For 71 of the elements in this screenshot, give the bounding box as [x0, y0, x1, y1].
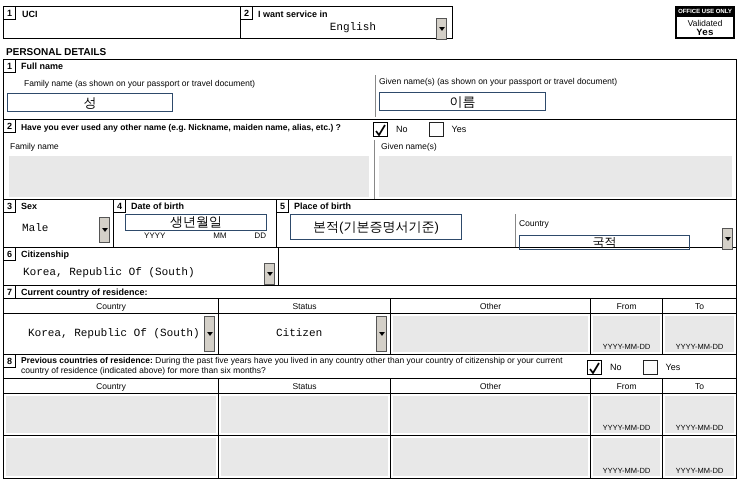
field-label: Given name(s) (as shown on your passport or travel document) — [379, 75, 618, 88]
text-field[interactable]: 이름 — [379, 92, 546, 111]
field-label: Current country of residence: — [21, 286, 148, 298]
option-label: No — [396, 122, 408, 136]
section-number: 3 — [4, 200, 16, 213]
question-text: Previous countries of residence: During the past five years have you lived in any country other than your country of citizenship or your current country of residence (indicated above) for more than six months? — [21, 355, 564, 375]
column-header: To — [694, 300, 705, 313]
field-label: Country — [519, 218, 550, 228]
dropdown-value: Korea, Republic Of (South) — [23, 266, 195, 282]
section-number: 2 — [241, 7, 254, 20]
dropdown-value: Citizen — [276, 326, 322, 342]
column-header: Country — [4, 379, 219, 393]
field-label: Place of birth — [294, 200, 352, 213]
field-label: I want service in — [258, 8, 328, 21]
section-number: 1 — [4, 60, 16, 73]
text-field[interactable]: 생년월일 — [125, 214, 267, 230]
text-field[interactable]: 성 — [7, 93, 173, 112]
caret-icon — [102, 228, 108, 232]
validated-label: Validated — [688, 18, 722, 28]
caret-icon — [266, 272, 272, 276]
dropdown-button[interactable] — [204, 316, 215, 352]
date-format-label: DD — [254, 230, 266, 240]
column-header: Country — [4, 299, 219, 313]
column-header: To — [694, 380, 705, 393]
column-header: From — [591, 379, 663, 393]
checkbox[interactable] — [587, 360, 602, 375]
section-number: 7 — [4, 286, 16, 299]
text-field[interactable]: 본적(기본증명서기준) — [290, 214, 462, 240]
dropdown-value: Korea, Republic Of (South) — [28, 326, 200, 342]
dropdown-button[interactable] — [376, 316, 387, 352]
caret-icon — [206, 332, 212, 336]
section-title: PERSONAL DETAILS — [6, 47, 108, 59]
checkbox[interactable] — [373, 122, 388, 137]
section-number: 2 — [4, 120, 16, 133]
validated-value: Yes — [696, 28, 714, 38]
dropdown-button[interactable] — [722, 228, 733, 250]
column-header: From — [591, 299, 663, 313]
option-label: Yes — [666, 360, 680, 374]
section-number: 8 — [4, 355, 16, 368]
option-label: Yes — [452, 122, 466, 136]
checkbox[interactable] — [428, 122, 444, 137]
field-label: Given name(s) — [381, 140, 438, 153]
dropdown-button[interactable] — [264, 262, 275, 284]
section-number: 4 — [114, 200, 126, 213]
dropdown-button[interactable] — [99, 216, 110, 242]
column-header: Status — [219, 379, 391, 393]
field-label: Full name — [21, 60, 64, 73]
field-label: Sex — [21, 200, 38, 213]
caret-icon — [438, 26, 444, 30]
date-format-label: YYYY — [144, 230, 166, 240]
question-text: Have you ever used any other name (e.g. Nickname, maiden name, alias, etc.) ? — [21, 121, 342, 134]
caret-icon — [724, 237, 730, 241]
field-label: Date of birth — [131, 200, 184, 213]
dropdown-value: Male — [22, 222, 48, 238]
dropdown-value: English — [330, 21, 376, 36]
section-number: 5 — [277, 200, 290, 213]
option-label: No — [610, 360, 622, 374]
column-header: Other — [391, 379, 591, 393]
checkbox[interactable] — [642, 360, 658, 375]
section-number: 6 — [4, 248, 16, 261]
dropdown-button[interactable] — [436, 18, 447, 40]
column-header: Status — [219, 299, 391, 313]
dropdown-field[interactable]: 국적 — [519, 235, 690, 250]
column-header: Other — [391, 299, 591, 313]
caret-icon — [378, 332, 384, 336]
field-label: Family name (as shown on your passport or travel document) — [24, 76, 256, 90]
date-format-label: MM — [213, 230, 227, 240]
section-number: 1 — [4, 7, 16, 20]
field-label: Citizenship — [21, 248, 70, 261]
field-label: Family name — [10, 140, 60, 153]
field-label: UCI — [22, 8, 38, 21]
